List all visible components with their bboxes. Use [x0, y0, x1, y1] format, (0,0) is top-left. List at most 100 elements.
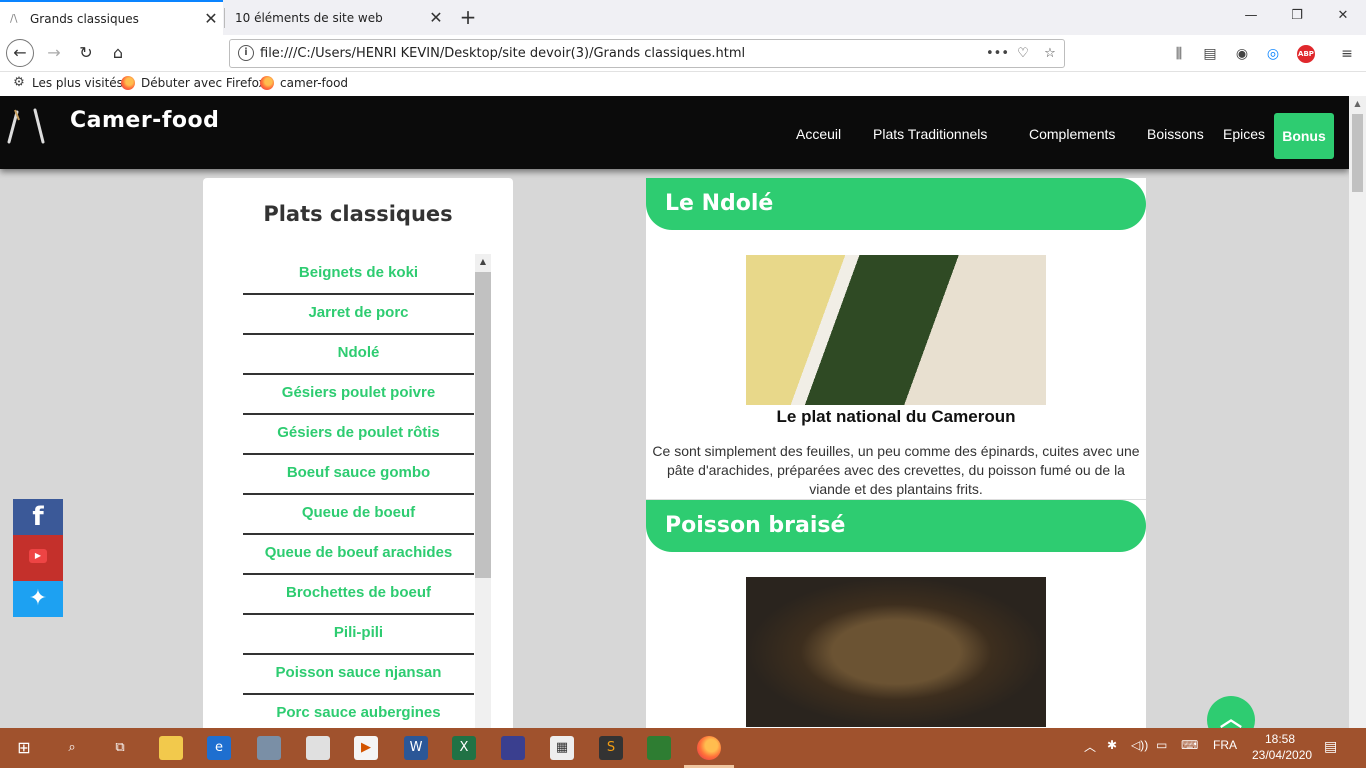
twitter-icon: ✦ — [28, 586, 48, 611]
media-player-icon[interactable]: ▶ — [354, 736, 378, 760]
books-icon[interactable] — [647, 736, 671, 760]
list-item[interactable]: Queue de boeuf — [243, 495, 474, 535]
url-text[interactable]: file:///C:/Users/HENRI KEVIN/Desktop/sit… — [260, 46, 745, 61]
bookmark-camer-food[interactable]: camer-food — [260, 76, 348, 90]
list-item[interactable]: Brochettes de boeuf — [243, 575, 474, 615]
game-icon[interactable] — [501, 736, 525, 760]
site-header: Camer-food Acceuil Plats Traditionnels C… — [0, 96, 1349, 169]
list-item[interactable]: Ndolé — [243, 335, 474, 375]
firefox-icon[interactable] — [697, 736, 721, 760]
date: 23/04/2020 — [1252, 748, 1313, 762]
chevron-up-icon[interactable]: ▲ — [475, 254, 491, 270]
windows-start-icon[interactable]: ⊞ — [12, 736, 36, 760]
list-item[interactable]: Gésiers poulet poivre — [243, 375, 474, 415]
excel-icon[interactable]: X — [452, 736, 476, 760]
restore-button[interactable]: ❐ — [1274, 0, 1320, 32]
list-item[interactable]: Pili-pili — [243, 615, 474, 655]
reader-icon[interactable]: ▤ — [1199, 43, 1221, 65]
dish-description: Ce sont simplement des feuilles, un peu … — [652, 443, 1140, 497]
adblock-icon[interactable]: ABP — [1297, 45, 1315, 63]
dish-subtitle: Le plat national du Cameroun — [776, 407, 1016, 426]
list-item[interactable]: Queue de boeuf arachides — [243, 535, 474, 575]
menu-plats-traditionnels[interactable]: Plats Traditionnels — [873, 126, 987, 142]
language-indicator[interactable]: FRA — [1213, 738, 1237, 752]
list-item[interactable]: Boeuf sauce gombo — [243, 455, 474, 495]
back-button[interactable]: ← — [6, 39, 34, 67]
page-viewport: Camer-food Acceuil Plats Traditionnels C… — [0, 96, 1349, 728]
chevron-up-icon[interactable]: ▲ — [1349, 96, 1366, 112]
scrollbar-thumb[interactable] — [1352, 114, 1363, 192]
taskbar: ⊞ ⌕ ⧉ e ▶ W X ▦ S ︿ ✱ ◁)) ▭ ⌨ FRA 18:58 … — [0, 728, 1366, 768]
page-scrollbar[interactable]: ▲ — [1349, 96, 1366, 728]
brand-name[interactable]: Camer-food — [70, 108, 219, 133]
volume-icon[interactable]: ◁)) — [1131, 738, 1148, 752]
menu-icon[interactable]: ≡ — [1336, 43, 1358, 65]
list-item[interactable]: Jarret de porc — [243, 295, 474, 335]
more-actions-icon[interactable]: ••• — [986, 44, 1009, 64]
navigation-toolbar: ← → ↻ ⌂ i file:///C:/Users/HENRI KEVIN/D… — [0, 35, 1366, 72]
system-clock[interactable]: 18:58 23/04/2020 — [1252, 731, 1313, 763]
edge-icon[interactable]: e — [207, 736, 231, 760]
reload-button[interactable]: ↻ — [72, 39, 100, 67]
extension-icon[interactable]: ◎ — [1262, 43, 1284, 65]
list-item[interactable]: Porc sauce aubergines — [243, 695, 474, 728]
library-icon[interactable]: ⫼ — [1168, 43, 1190, 65]
twitter-button[interactable]: ✦ — [13, 581, 63, 617]
tab-10-elements[interactable]: 10 éléments de site web ✕ — [225, 0, 448, 35]
cutlery-icon — [7, 108, 45, 144]
info-icon[interactable]: i — [238, 45, 254, 61]
tab-grands-classiques[interactable]: /\ Grands classiques ✕ — [0, 0, 223, 35]
youtube-button[interactable]: ▶ — [13, 535, 63, 581]
computer-icon[interactable] — [257, 736, 281, 760]
menu-accueil[interactable]: Acceuil — [796, 126, 841, 142]
file-explorer-icon[interactable] — [159, 736, 183, 760]
bookmark-label: Débuter avec Firefox — [141, 76, 266, 90]
sidebar-title: Plats classiques — [263, 202, 453, 226]
bookmark-most-visited[interactable]: ⚙ Les plus visités — [12, 76, 123, 91]
facebook-button[interactable]: f — [13, 499, 63, 535]
minimize-button[interactable]: — — [1228, 0, 1274, 32]
bookmark-star-icon[interactable]: ☆ — [1040, 44, 1060, 64]
menu-epices[interactable]: Epices — [1223, 126, 1265, 142]
dish-list-scrollbar[interactable]: ▲ — [475, 254, 491, 728]
sublime-text-icon[interactable]: S — [599, 736, 623, 760]
firefox-icon — [260, 76, 274, 90]
new-tab-button[interactable]: + — [455, 4, 481, 30]
close-icon[interactable]: ✕ — [424, 8, 448, 27]
network-icon[interactable]: ✱ — [1107, 738, 1117, 752]
bookmark-label: Les plus visités — [32, 76, 123, 90]
window-close-button[interactable]: ✕ — [1320, 0, 1366, 32]
scrollbar-thumb[interactable] — [475, 272, 491, 578]
list-item[interactable]: Poisson sauce njansan — [243, 655, 474, 695]
pocket-icon[interactable]: ♡ — [1013, 44, 1033, 64]
poisson-braise-image — [746, 577, 1046, 727]
close-icon[interactable]: ✕ — [199, 9, 223, 28]
menu-boissons[interactable]: Boissons — [1147, 126, 1204, 142]
search-icon[interactable]: ⌕ — [60, 736, 84, 760]
bookmark-getting-started[interactable]: Débuter avec Firefox — [121, 76, 266, 90]
account-icon[interactable]: ◉ — [1231, 43, 1253, 65]
list-item[interactable]: Beignets de koki — [243, 255, 474, 295]
back-to-top-button[interactable]: ︿ — [1207, 696, 1255, 728]
notifications-icon[interactable]: ▤ — [1324, 738, 1337, 755]
tab-bar: /\ Grands classiques ✕ 10 éléments de si… — [0, 0, 1366, 35]
play-icon: ▶ — [29, 549, 47, 563]
home-button[interactable]: ⌂ — [104, 39, 132, 67]
paint-icon[interactable] — [306, 736, 330, 760]
tab-title: 10 éléments de site web — [235, 10, 383, 25]
battery-icon[interactable]: ▭ — [1156, 738, 1167, 752]
firefox-icon — [121, 76, 135, 90]
calculator-icon[interactable]: ▦ — [550, 736, 574, 760]
forward-button[interactable]: → — [40, 39, 68, 67]
keyboard-icon[interactable]: ⌨ — [1181, 738, 1198, 752]
bookmarks-bar: ⚙ Les plus visités Débuter avec Firefox … — [0, 72, 1366, 96]
bonus-button[interactable]: Bonus — [1274, 113, 1334, 159]
page-icon: /\ — [10, 12, 18, 25]
word-icon[interactable]: W — [404, 736, 428, 760]
chevron-up-icon[interactable]: ︿ — [1084, 738, 1096, 755]
list-item[interactable]: Gésiers de poulet rôtis — [243, 415, 474, 455]
url-bar[interactable]: i file:///C:/Users/HENRI KEVIN/Desktop/s… — [229, 39, 1065, 68]
menu-complements[interactable]: Complements — [1029, 126, 1115, 142]
task-view-icon[interactable]: ⧉ — [108, 736, 132, 760]
section-title: Poisson braisé — [646, 500, 1146, 552]
